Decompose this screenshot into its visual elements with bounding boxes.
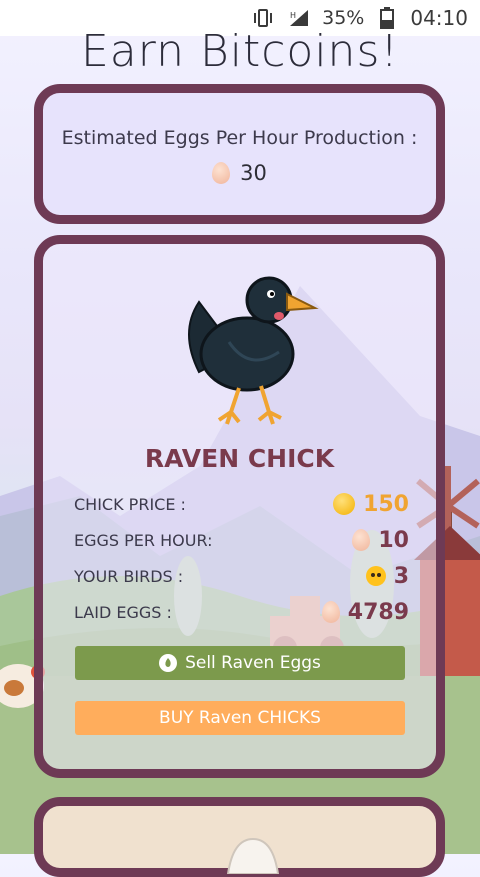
chick-price-value: 150 xyxy=(363,491,409,517)
raven-chick-card: RAVEN CHICK CHICK PRICE : 150 EGGS PER H… xyxy=(34,235,445,778)
egg-icon xyxy=(321,601,340,623)
egg-icon xyxy=(352,529,371,551)
buy-chicks-button[interactable]: BUY Raven CHICKS xyxy=(75,701,405,735)
laid-eggs-label: LAID EGGS : xyxy=(74,602,172,622)
eggs-per-hour-label: EGGS PER HOUR: xyxy=(74,530,213,550)
laid-eggs-value: 4789 xyxy=(347,599,409,625)
egg-icon xyxy=(212,162,231,184)
sell-eggs-button[interactable]: Sell Raven Eggs xyxy=(75,646,405,680)
sell-eggs-label: Sell Raven Eggs xyxy=(185,653,321,673)
your-birds-value: 3 xyxy=(393,563,409,589)
chick-icon xyxy=(365,566,386,586)
next-chick-image xyxy=(226,837,280,874)
chick-price-label: CHICK PRICE : xyxy=(74,494,186,514)
your-birds-label: YOUR BIRDS : xyxy=(74,566,184,586)
production-value-row: 30 xyxy=(43,161,436,185)
eggs-per-hour-value: 10 xyxy=(378,527,409,553)
your-birds-row: YOUR BIRDS : 3 xyxy=(74,561,409,591)
next-chick-card xyxy=(34,797,445,877)
raven-chick-image xyxy=(188,276,319,425)
production-card: Estimated Eggs Per Hour Production : 30 xyxy=(34,84,445,224)
eggs-per-hour-value-group: 10 xyxy=(352,528,409,553)
your-birds-value-group: 3 xyxy=(365,563,409,589)
chick-price-value-group: 150 xyxy=(333,492,409,517)
coin-icon xyxy=(333,493,356,515)
svg-text:H: H xyxy=(290,11,296,20)
fire-icon xyxy=(159,654,178,672)
laid-eggs-row: LAID EGGS : 4789 xyxy=(74,597,409,627)
buy-chicks-label: BUY Raven CHICKS xyxy=(159,708,321,728)
laid-eggs-value-group: 4789 xyxy=(321,599,409,625)
production-label: Estimated Eggs Per Hour Production : xyxy=(61,127,418,149)
page-title: Earn Bitcoins! xyxy=(80,26,400,77)
chick-price-row: CHICK PRICE : 150 xyxy=(74,489,409,519)
eggs-per-hour-row: EGGS PER HOUR: 10 xyxy=(74,525,409,555)
chick-name: RAVEN CHICK xyxy=(144,444,335,473)
production-value: 30 xyxy=(240,161,267,185)
